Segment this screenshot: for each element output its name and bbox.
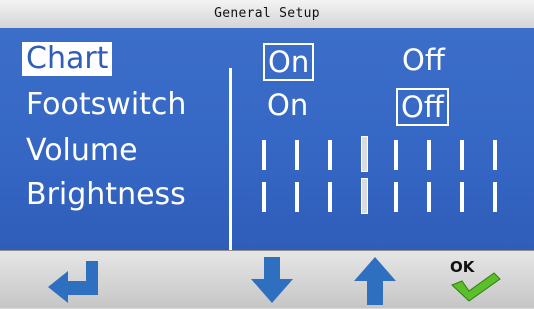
brightness-level-tick[interactable] xyxy=(427,182,431,212)
scroll-up-button[interactable] xyxy=(340,255,410,305)
volume-level-tick[interactable] xyxy=(328,140,332,170)
brightness-level-tick[interactable] xyxy=(295,182,299,212)
brightness-level-tick[interactable] xyxy=(460,182,464,212)
return-arrow-icon xyxy=(48,261,98,303)
volume-level-slider[interactable] xyxy=(262,136,512,172)
setting-label-brightness[interactable]: Brightness xyxy=(22,178,190,212)
ok-checkmark-icon: OK xyxy=(450,258,501,302)
footswitch-option-on[interactable]: On xyxy=(263,88,312,122)
setting-label-volume[interactable]: Volume xyxy=(22,134,142,168)
back-button[interactable] xyxy=(40,255,110,305)
page-title: General Setup xyxy=(214,6,320,21)
chart-option-off[interactable]: Off xyxy=(398,43,449,77)
volume-level-tick[interactable] xyxy=(262,140,266,170)
volume-level-tick[interactable] xyxy=(427,140,431,170)
brightness-level-tick[interactable] xyxy=(394,182,398,212)
brightness-level-tick[interactable] xyxy=(361,178,368,214)
settings-panel: Chart Footswitch Volume Brightness On Of… xyxy=(0,28,534,263)
brightness-level-slider[interactable] xyxy=(262,178,512,214)
column-divider xyxy=(229,68,232,263)
arrow-down-icon xyxy=(251,257,293,303)
brightness-level-tick[interactable] xyxy=(328,182,332,212)
volume-level-tick[interactable] xyxy=(361,136,368,172)
volume-level-tick[interactable] xyxy=(493,140,497,170)
volume-level-tick[interactable] xyxy=(295,140,299,170)
title-bar: General Setup xyxy=(0,0,534,29)
setting-label-footswitch[interactable]: Footswitch xyxy=(22,88,190,122)
scroll-down-button[interactable] xyxy=(237,255,307,305)
volume-level-tick[interactable] xyxy=(394,140,398,170)
chart-option-on[interactable]: On xyxy=(263,43,315,81)
general-setup-screen: General Setup Chart Footswitch Volume Br… xyxy=(0,0,534,308)
footswitch-option-off[interactable]: Off xyxy=(396,88,449,126)
arrow-up-icon xyxy=(354,257,396,305)
ok-button[interactable]: OK xyxy=(438,255,508,305)
setting-label-chart[interactable]: Chart xyxy=(22,42,113,76)
ok-label: OK xyxy=(450,258,476,276)
brightness-level-tick[interactable] xyxy=(262,182,266,212)
brightness-level-tick[interactable] xyxy=(493,182,497,212)
button-bar: OK xyxy=(0,250,534,308)
volume-level-tick[interactable] xyxy=(460,140,464,170)
